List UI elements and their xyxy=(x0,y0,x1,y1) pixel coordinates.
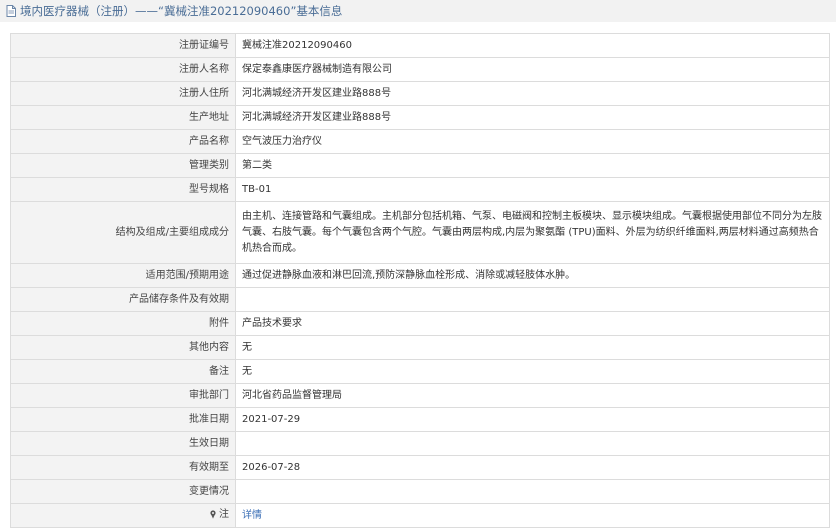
row-composition: 结构及组成/主要组成成分 由主机、连接管路和气囊组成。主机部分包括机箱、气泵、电… xyxy=(10,201,830,264)
document-icon xyxy=(6,5,16,17)
intended-use-label: 适用范围/预期用途 xyxy=(10,263,236,288)
composition-value: 由主机、连接管路和气囊组成。主机部分包括机箱、气泵、电磁阀和控制主板模块、显示模… xyxy=(235,201,830,264)
remark-label: 备注 xyxy=(10,359,236,384)
expiry-date-value: 2026-07-28 xyxy=(235,455,830,480)
note-value-cell: 详情 xyxy=(235,503,830,528)
info-table: 注册证编号 冀械注准20212090460 注册人名称 保定泰鑫康医疗器械制造有… xyxy=(10,33,830,528)
row-registrant: 注册人名称 保定泰鑫康医疗器械制造有限公司 xyxy=(10,57,830,82)
composition-label: 结构及组成/主要组成成分 xyxy=(10,201,236,264)
approval-dept-value: 河北省药品监督管理局 xyxy=(235,383,830,408)
page-header: 境内医疗器械（注册）——“冀械注准20212090460”基本信息 xyxy=(0,0,836,22)
change-info-value xyxy=(235,479,830,504)
note-label-group: 注 xyxy=(209,507,229,522)
row-product-name: 产品名称 空气波压力治疗仪 xyxy=(10,129,830,154)
product-name-value: 空气波压力治疗仪 xyxy=(235,129,830,154)
category-label: 管理类别 xyxy=(10,153,236,178)
approval-date-value: 2021-07-29 xyxy=(235,407,830,432)
row-registrant-address: 注册人住所 河北满城经济开发区建业路888号 xyxy=(10,81,830,106)
approval-date-label: 批准日期 xyxy=(10,407,236,432)
registrant-value: 保定泰鑫康医疗器械制造有限公司 xyxy=(235,57,830,82)
intended-use-value: 通过促进静脉血液和淋巴回流,预防深静脉血栓形成、消除或减轻肢体水肿。 xyxy=(235,263,830,288)
reg-no-value: 冀械注准20212090460 xyxy=(235,33,830,58)
row-other: 其他内容 无 xyxy=(10,335,830,360)
registrant-label: 注册人名称 xyxy=(10,57,236,82)
other-value: 无 xyxy=(235,335,830,360)
row-note: 注 详情 xyxy=(10,503,830,528)
registrant-address-label: 注册人住所 xyxy=(10,81,236,106)
row-expiry-date: 有效期至 2026-07-28 xyxy=(10,455,830,480)
row-reg-no: 注册证编号 冀械注准20212090460 xyxy=(10,33,830,58)
row-model: 型号规格 TB-01 xyxy=(10,177,830,202)
production-address-value: 河北满城经济开发区建业路888号 xyxy=(235,105,830,130)
row-approval-date: 批准日期 2021-07-29 xyxy=(10,407,830,432)
note-label-cell: 注 xyxy=(10,503,236,528)
attachment-value: 产品技术要求 xyxy=(235,311,830,336)
model-label: 型号规格 xyxy=(10,177,236,202)
row-effective-date: 生效日期 xyxy=(10,431,830,456)
storage-label: 产品储存条件及有效期 xyxy=(10,287,236,312)
registrant-address-value: 河北满城经济开发区建业路888号 xyxy=(235,81,830,106)
row-approval-dept: 审批部门 河北省药品监督管理局 xyxy=(10,383,830,408)
storage-value xyxy=(235,287,830,312)
row-storage: 产品储存条件及有效期 xyxy=(10,287,830,312)
row-production-address: 生产地址 河北满城经济开发区建业路888号 xyxy=(10,105,830,130)
details-link[interactable]: 详情 xyxy=(242,510,262,521)
model-value: TB-01 xyxy=(235,177,830,202)
note-label: 注 xyxy=(219,509,229,520)
info-table-container: 注册证编号 冀械注准20212090460 注册人名称 保定泰鑫康医疗器械制造有… xyxy=(10,33,830,528)
attachment-label: 附件 xyxy=(10,311,236,336)
approval-dept-label: 审批部门 xyxy=(10,383,236,408)
row-remark: 备注 无 xyxy=(10,359,830,384)
production-address-label: 生产地址 xyxy=(10,105,236,130)
category-value: 第二类 xyxy=(235,153,830,178)
pin-icon xyxy=(209,510,217,519)
page-title: 境内医疗器械（注册）——“冀械注准20212090460”基本信息 xyxy=(20,4,343,18)
effective-date-value xyxy=(235,431,830,456)
row-change-info: 变更情况 xyxy=(10,479,830,504)
other-label: 其他内容 xyxy=(10,335,236,360)
row-attachment: 附件 产品技术要求 xyxy=(10,311,830,336)
reg-no-label: 注册证编号 xyxy=(10,33,236,58)
row-category: 管理类别 第二类 xyxy=(10,153,830,178)
product-name-label: 产品名称 xyxy=(10,129,236,154)
effective-date-label: 生效日期 xyxy=(10,431,236,456)
change-info-label: 变更情况 xyxy=(10,479,236,504)
expiry-date-label: 有效期至 xyxy=(10,455,236,480)
row-intended-use: 适用范围/预期用途 通过促进静脉血液和淋巴回流,预防深静脉血栓形成、消除或减轻肢… xyxy=(10,263,830,288)
remark-value: 无 xyxy=(235,359,830,384)
